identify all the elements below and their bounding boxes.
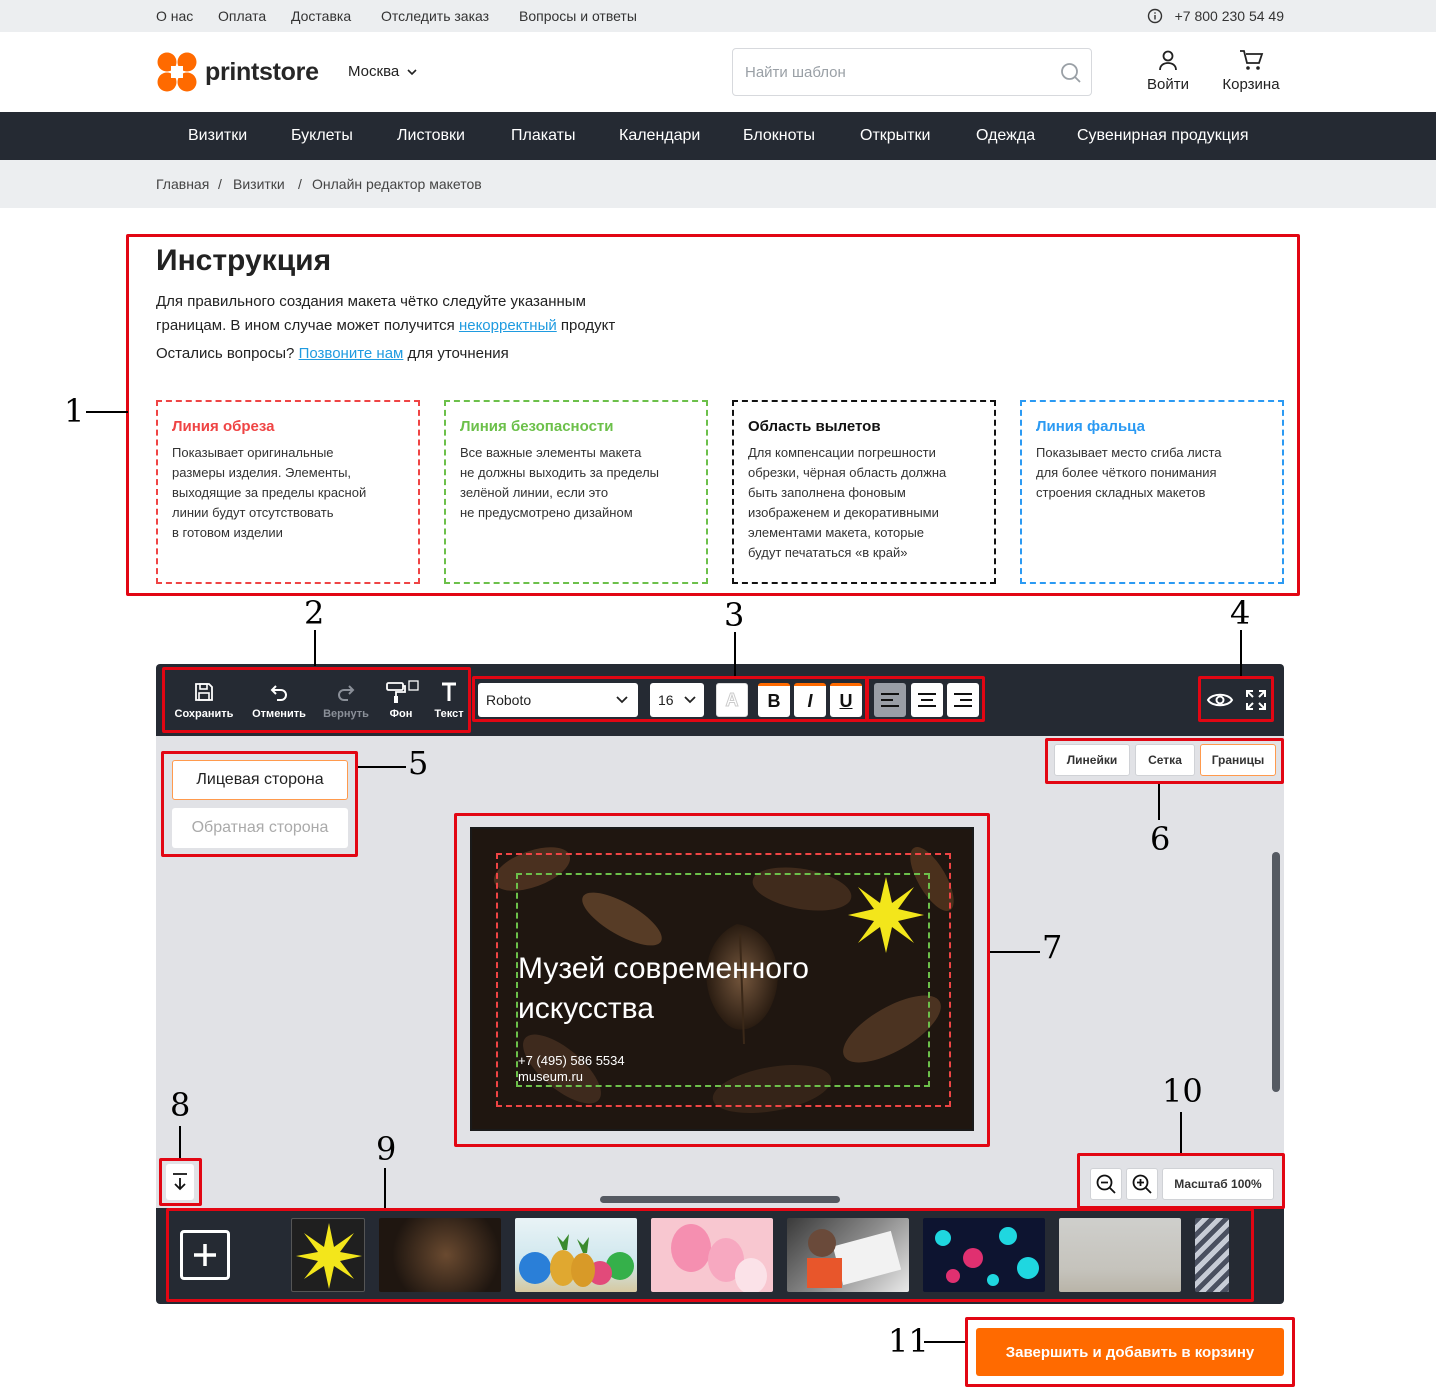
annotation-number: 9 (376, 1130, 397, 1168)
breadcrumb: Главная / Визитки / Онлайн редактор маке… (0, 160, 1436, 208)
annotation-leader (1158, 784, 1160, 820)
annotation-number: 1 (64, 392, 85, 430)
annotation-box-3b (866, 676, 985, 722)
annotation-number: 10 (1162, 1072, 1203, 1110)
breadcrumb-home[interactable]: Главная (156, 176, 209, 192)
user-icon (1159, 50, 1177, 71)
top-link-payment[interactable]: Оплата (218, 8, 266, 24)
nav-item-business-cards[interactable]: Визитки (188, 127, 247, 145)
annotation-leader (1240, 630, 1242, 676)
main-nav: Визитки Буклеты Листовки Плакаты Календа… (0, 112, 1436, 160)
annotation-box-9 (166, 1208, 1254, 1302)
top-link-faq[interactable]: Вопросы и ответы (519, 8, 637, 24)
annotation-box-6 (1045, 738, 1284, 784)
nav-item-posters[interactable]: Плакаты (511, 127, 575, 145)
breadcrumb-sep: / (218, 176, 222, 192)
annotation-leader (314, 630, 316, 666)
annotation-leader (86, 411, 128, 413)
annotation-number: 7 (1042, 928, 1063, 966)
logo-text[interactable]: printstore (205, 58, 319, 87)
city-selector[interactable]: Москва (348, 63, 417, 80)
top-link-track-order[interactable]: Отследить заказ (381, 8, 489, 24)
annotation-leader (384, 1168, 386, 1208)
chevron-down-icon (407, 69, 417, 76)
breadcrumb-business-cards[interactable]: Визитки (233, 176, 285, 192)
annotation-number: 3 (724, 596, 745, 634)
annotation-number: 6 (1150, 820, 1171, 858)
annotation-box-3a (472, 676, 868, 722)
top-phone[interactable]: +7 800 230 54 49 (1175, 8, 1284, 24)
search-icon[interactable] (1059, 61, 1083, 85)
annotation-box-4 (1198, 676, 1274, 722)
cart-label: Корзина (1222, 76, 1280, 93)
vertical-scrollbar[interactable] (1272, 852, 1280, 1092)
annotation-number: 8 (170, 1086, 191, 1124)
annotation-box-8 (159, 1158, 202, 1206)
annotation-leader (1180, 1112, 1182, 1153)
breadcrumb-current: Онлайн редактор макетов (312, 176, 482, 192)
annotation-leader (924, 1341, 965, 1343)
nav-item-booklets[interactable]: Буклеты (291, 127, 353, 145)
login-button[interactable]: Войти (1143, 48, 1193, 93)
login-label: Войти (1147, 76, 1189, 93)
horizontal-scrollbar[interactable] (600, 1196, 840, 1203)
annotation-leader (734, 632, 736, 676)
annotation-number: 11 (888, 1322, 929, 1360)
nav-item-leaflets[interactable]: Листовки (397, 127, 465, 145)
annotation-leader (990, 951, 1040, 953)
top-link-delivery[interactable]: Доставка (291, 8, 351, 24)
search-input[interactable]: Найти шаблон (732, 48, 1092, 96)
annotation-number: 4 (1230, 594, 1251, 632)
nav-item-souvenirs[interactable]: Сувенирная продукция (1077, 127, 1249, 145)
cart-button[interactable]: Корзина (1216, 48, 1286, 93)
annotation-leader (358, 766, 406, 768)
cart-icon (1240, 50, 1264, 70)
top-bar: О нас Оплата Доставка Отследить заказ Во… (0, 0, 1436, 32)
annotation-box-2 (162, 667, 471, 733)
info-icon (1147, 8, 1163, 24)
nav-item-notebooks[interactable]: Блокноты (743, 127, 815, 145)
nav-item-calendars[interactable]: Календари (619, 127, 700, 145)
top-link-about[interactable]: О нас (156, 8, 193, 24)
nav-item-clothing[interactable]: Одежда (976, 127, 1035, 145)
printstore-logo-icon[interactable] (156, 52, 198, 92)
annotation-number: 5 (408, 744, 429, 782)
annotation-leader (179, 1126, 181, 1158)
annotation-box-7 (454, 813, 990, 1147)
annotation-box-11 (965, 1317, 1295, 1387)
annotation-box-1 (126, 234, 1300, 596)
breadcrumb-sep: / (298, 176, 302, 192)
annotation-box-5 (161, 751, 358, 857)
city-label: Москва (348, 63, 400, 80)
annotation-box-10 (1077, 1153, 1285, 1209)
search-placeholder: Найти шаблон (745, 64, 846, 81)
annotation-number: 2 (304, 594, 325, 632)
nav-item-postcards[interactable]: Открытки (860, 127, 930, 145)
